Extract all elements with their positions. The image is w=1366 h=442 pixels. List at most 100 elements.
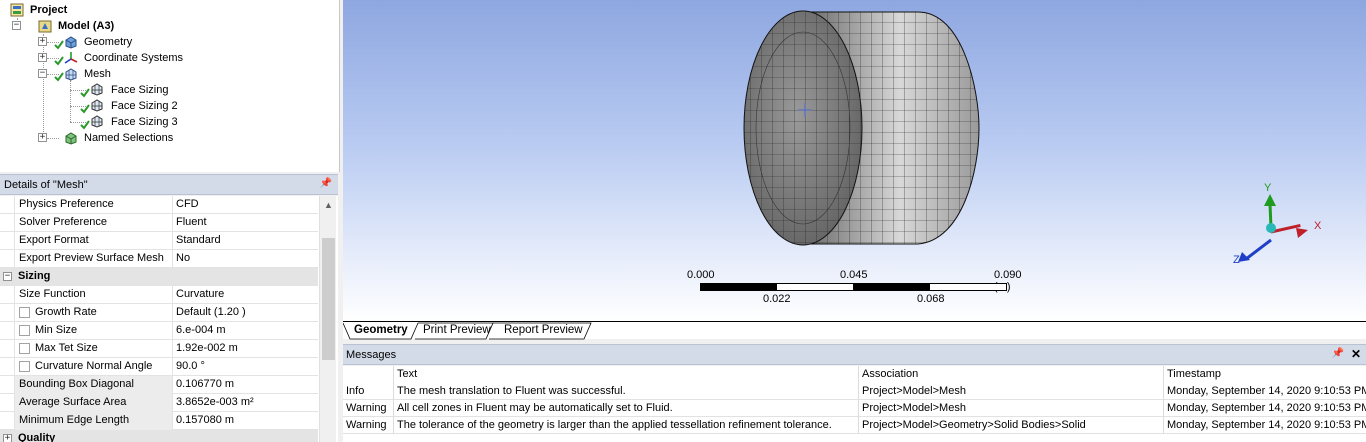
details-group-sizing[interactable]: − Sizing (0, 268, 318, 286)
tree-item-geometry[interactable]: + Geometry (0, 34, 300, 50)
scale-label: 0.068 (917, 293, 945, 305)
column-header-text[interactable]: Text (394, 366, 859, 383)
table-row[interactable]: Warning The tolerance of the geometry is… (343, 417, 1366, 434)
tree-item-face-sizing-2[interactable]: Face Sizing 2 (0, 98, 300, 114)
property-value: 0.157080 m (176, 414, 235, 426)
details-grid: Physics Preference CFD Solver Preference… (0, 196, 338, 442)
tree-item-label: Face Sizing 2 (111, 100, 178, 112)
property-value[interactable]: 6.e-004 m (173, 322, 318, 340)
message-text: The mesh translation to Fluent was succe… (394, 383, 859, 400)
property-name: Bounding Box Diagonal (14, 376, 173, 394)
message-type: Warning (343, 417, 394, 434)
details-row-solver-preference[interactable]: Solver Preference Fluent (0, 214, 318, 232)
tree-item-mesh[interactable]: − Mesh (0, 66, 300, 82)
details-row-export-format[interactable]: Export Format Standard (0, 232, 318, 250)
expand-icon[interactable]: + (3, 434, 12, 442)
scroll-up-icon[interactable]: ▲ (324, 200, 333, 210)
tree-item-label: Face Sizing (111, 84, 169, 96)
property-value[interactable]: Curvature (173, 286, 318, 304)
tree-item-coordinate-systems[interactable]: + Coordinate Systems (0, 50, 300, 66)
expand-icon[interactable]: + (38, 37, 47, 46)
messages-table: Text Association Timestamp Info The mesh… (343, 366, 1366, 442)
property-value[interactable]: Default (1.20 ) (173, 304, 318, 322)
tree-item-face-sizing[interactable]: Face Sizing (0, 82, 300, 98)
collapse-icon[interactable]: − (3, 272, 12, 281)
collapse-icon[interactable]: − (12, 21, 21, 30)
details-scrollbar[interactable]: ▲ (319, 196, 336, 442)
column-header-association[interactable]: Association (859, 366, 1164, 383)
details-row-physics-preference[interactable]: Physics Preference CFD (0, 196, 318, 214)
property-name: Curvature Normal Angle (14, 358, 173, 376)
tree-item-named-selections[interactable]: + Named Selections (0, 130, 300, 146)
tree-item-label: Geometry (84, 36, 133, 48)
coordinate-systems-icon (64, 52, 78, 64)
message-association: Project>Model>Mesh (859, 400, 1164, 417)
property-name: Export Format (14, 232, 173, 250)
details-row-size-function[interactable]: Size Function Curvature (0, 286, 318, 304)
checkmark-icon (80, 88, 90, 98)
scale-bar-frame (700, 283, 1007, 291)
details-row-max-tet-size[interactable]: Max Tet Size 1.92e-002 m (0, 340, 318, 358)
scrollbar-thumb[interactable] (322, 238, 335, 360)
details-row-average-surface-area[interactable]: Average Surface Area 3.8652e-003 m² (0, 394, 318, 412)
expand-icon[interactable]: + (38, 133, 47, 142)
parameter-checkbox[interactable] (19, 325, 30, 336)
message-timestamp: Monday, September 14, 2020 9:10:53 PM (1167, 385, 1366, 397)
tree-item-model[interactable]: − Model (A3) (0, 18, 300, 34)
graphics-viewport[interactable]: 0.000 0.045 0.090 (m) 0.022 0.068 Y X Z (343, 0, 1366, 321)
property-value[interactable]: 90.0 ° (173, 358, 318, 376)
close-icon[interactable]: ✕ (1351, 347, 1361, 361)
expand-icon[interactable]: + (38, 53, 47, 62)
details-row-bounding-box-diagonal[interactable]: Bounding Box Diagonal 0.106770 m (0, 376, 318, 394)
tree-item-face-sizing-3[interactable]: Face Sizing 3 (0, 114, 300, 130)
geometry-icon (65, 36, 77, 49)
view-tabs: Geometry Print Preview Report Preview (343, 321, 1366, 340)
column-header-timestamp[interactable]: Timestamp (1164, 366, 1366, 383)
message-text: The tolerance of the geometry is larger … (394, 417, 859, 434)
details-group-quality[interactable]: + Quality (0, 430, 318, 442)
details-row-growth-rate[interactable]: Growth Rate Default (1.20 ) (0, 304, 318, 322)
tree-item-label: Coordinate Systems (84, 52, 184, 64)
property-value[interactable]: 1.92e-002 m (173, 340, 318, 358)
parameter-checkbox[interactable] (19, 307, 30, 318)
tab-print-preview[interactable]: Print Preview (419, 322, 495, 339)
details-panel-header: Details of "Mesh" 📌 (0, 174, 338, 195)
y-axis-label: Y (1264, 182, 1272, 194)
message-association: Project>Model>Mesh (859, 383, 1164, 400)
pin-icon[interactable]: 📌 (1332, 348, 1344, 359)
z-axis-label: Z (1233, 254, 1240, 266)
details-row-minimum-edge-length[interactable]: Minimum Edge Length 0.157080 m (0, 412, 318, 430)
table-row[interactable]: Warning All cell zones in Fluent may be … (343, 400, 1366, 417)
checkmark-icon (54, 72, 64, 82)
message-type: Info (343, 383, 394, 400)
property-value[interactable]: Fluent (173, 214, 318, 232)
project-tree: Project − Model (A3) + Geometry + Coordi… (0, 0, 340, 172)
collapse-icon[interactable]: − (38, 69, 47, 78)
tab-geometry[interactable]: Geometry (350, 322, 412, 339)
property-name-text: Curvature Normal Angle (35, 360, 153, 372)
property-name-text: Min Size (35, 324, 78, 336)
pin-icon[interactable]: 📌 (320, 178, 332, 189)
tree-item-label: Named Selections (84, 132, 174, 144)
tree-item-project[interactable]: Project (0, 2, 300, 18)
scale-bar-segment (853, 284, 930, 290)
model-icon (38, 20, 52, 33)
tree-item-label: Project (30, 4, 68, 16)
property-value[interactable]: CFD (173, 196, 318, 214)
tab-report-preview[interactable]: Report Preview (500, 322, 587, 339)
parameter-checkbox[interactable] (19, 343, 30, 354)
parameter-checkbox[interactable] (19, 361, 30, 372)
details-row-curvature-normal-angle[interactable]: Curvature Normal Angle 90.0 ° (0, 358, 318, 376)
property-name: Size Function (14, 286, 173, 304)
checkmark-icon (54, 40, 64, 50)
axis-triad[interactable] (1228, 180, 1328, 270)
scale-label: 0.045 (840, 269, 868, 281)
tree-item-label: Face Sizing 3 (111, 116, 178, 128)
column-header[interactable] (343, 366, 394, 383)
property-value[interactable]: Standard (173, 232, 318, 250)
table-row[interactable]: Info The mesh translation to Fluent was … (343, 383, 1366, 400)
property-value[interactable]: No (173, 250, 318, 268)
details-row-export-preview-surface-mesh[interactable]: Export Preview Surface Mesh No (0, 250, 318, 268)
x-axis-label: X (1314, 220, 1322, 232)
details-row-min-size[interactable]: Min Size 6.e-004 m (0, 322, 318, 340)
